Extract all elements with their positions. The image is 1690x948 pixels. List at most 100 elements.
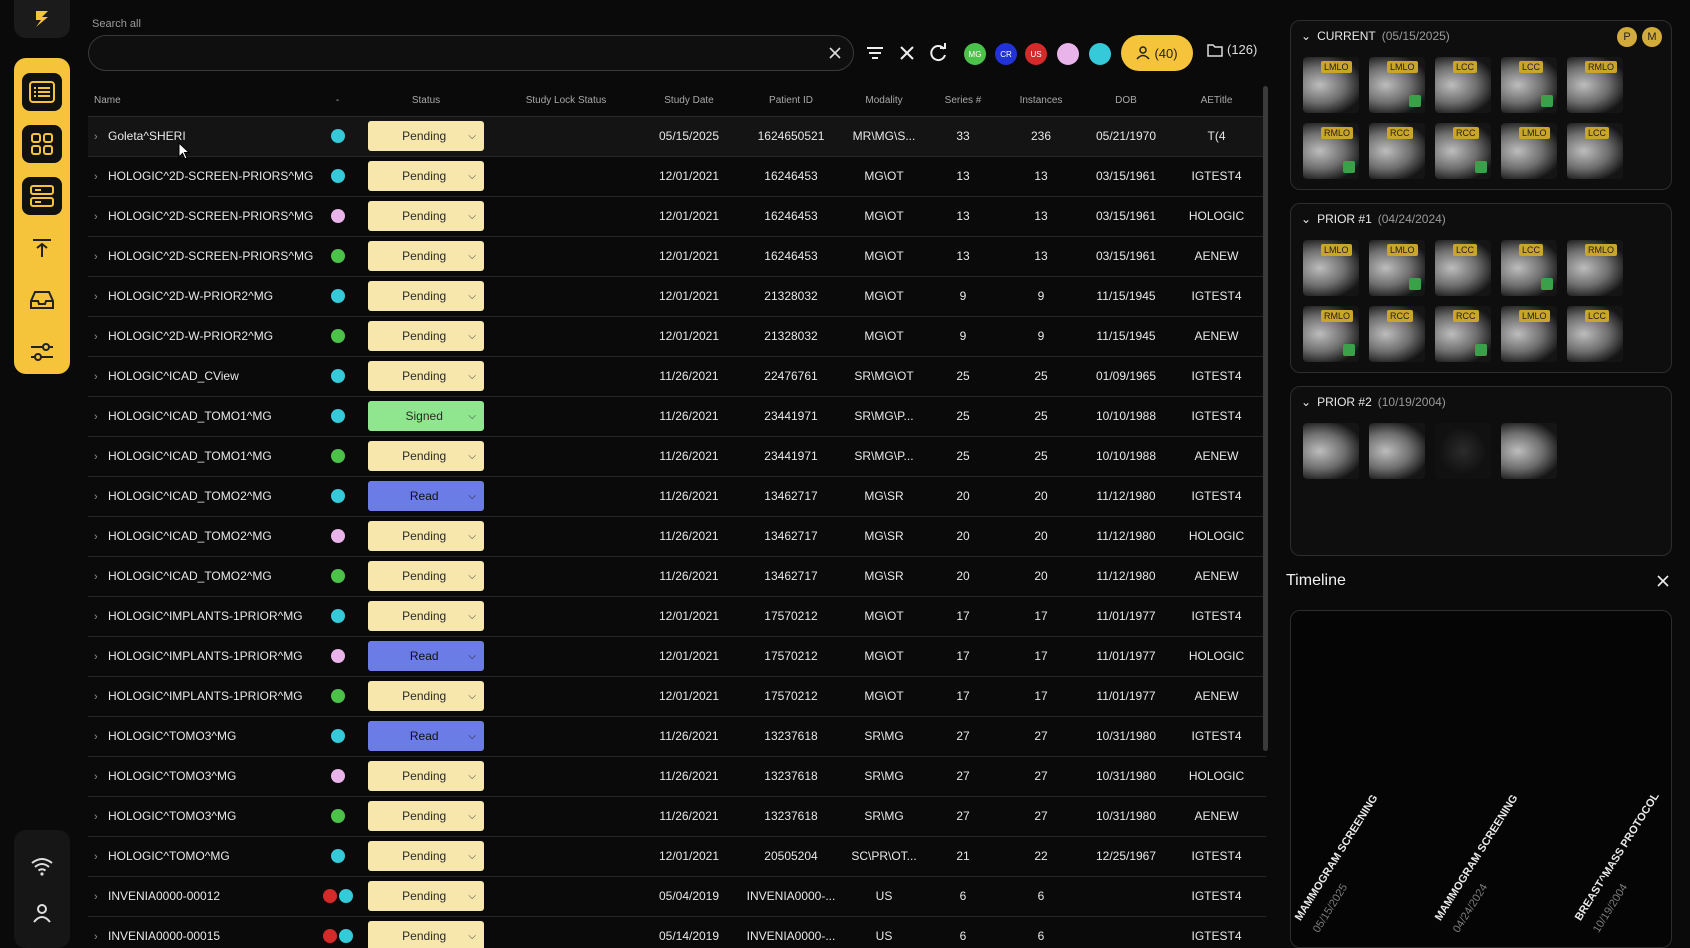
table-scrollbar[interactable] [1263,86,1268,751]
expand-chevron-icon[interactable]: › [94,611,108,623]
status-dropdown[interactable]: Pending ⌵ [368,801,484,831]
avatar[interactable]: M [1642,27,1662,47]
modality-filter-chip[interactable]: MG [964,43,986,65]
column-header[interactable]: Patient ID [743,86,839,117]
study-thumbnail[interactable] [1435,423,1491,479]
status-dropdown[interactable]: Read ⌵ [368,481,484,511]
prior2-header[interactable]: ⌄ PRIOR #2 (10/19/2004) [1301,395,1446,409]
column-header[interactable]: Modality [839,86,929,117]
clear-search-icon[interactable] [827,45,843,61]
table-row[interactable]: › HOLOGIC^ICAD_TOMO2^MG Read ⌵ 11/26/2021 134… [88,476,1266,517]
table-row[interactable]: › HOLOGIC^ICAD_TOMO1^MG Signed ⌵ 11/26/2021 2… [88,396,1266,437]
status-dropdown[interactable]: Pending ⌵ [368,121,484,151]
expand-chevron-icon[interactable]: › [94,251,108,263]
table-row[interactable]: › HOLOGIC^2D-W-PRIOR2^MG Pending ⌵ 12/01/202… [88,316,1266,357]
table-row[interactable]: › HOLOGIC^ICAD_TOMO1^MG Pending ⌵ 11/26/2021… [88,436,1266,477]
search-input[interactable] [89,36,853,70]
status-dropdown[interactable]: Pending ⌵ [368,841,484,871]
expand-chevron-icon[interactable]: › [94,571,108,583]
expand-chevron-icon[interactable]: › [94,211,108,223]
folder-button[interactable]: (126) [1207,42,1257,57]
expand-chevron-icon[interactable]: › [94,291,108,303]
status-dropdown[interactable]: Pending ⌵ [368,761,484,791]
expand-chevron-icon[interactable]: › [94,811,108,823]
close-icon[interactable] [1656,574,1670,588]
table-row[interactable]: › HOLOGIC^IMPLANTS-1PRIOR^MG Pending ⌵ 12/01… [88,676,1266,717]
study-group-current[interactable]: ⌄ CURRENT (05/15/2025) P M LMLO LMLO LCC LC… [1290,20,1672,190]
nav-settings[interactable] [14,326,70,378]
prior1-header[interactable]: ⌄ PRIOR #1 (04/24/2024) [1301,212,1446,226]
status-dropdown[interactable]: Pending ⌵ [368,441,484,471]
status-dropdown[interactable]: Read ⌵ [368,721,484,751]
expand-chevron-icon[interactable]: › [94,411,108,423]
user-icon[interactable] [32,903,52,923]
column-header[interactable]: - [320,86,355,117]
nav-grid[interactable] [14,118,70,170]
modality-filter-chip[interactable]: CR [995,43,1017,65]
wifi-icon[interactable] [30,856,54,876]
table-row[interactable]: › HOLOGIC^2D-SCREEN-PRIORS^MG Pending ⌵ 12/0… [88,196,1266,237]
status-dropdown[interactable]: Pending ⌵ [368,601,484,631]
table-row[interactable]: › HOLOGIC^TOMO3^MG Pending ⌵ 11/26/2021 13237… [88,756,1266,797]
refresh-icon[interactable] [927,42,949,64]
expand-chevron-icon[interactable]: › [94,731,108,743]
status-dropdown[interactable]: Pending ⌵ [368,161,484,191]
study-thumbnail[interactable] [1501,423,1557,479]
status-dropdown[interactable]: Pending ⌵ [368,281,484,311]
users-filter-button[interactable]: (40) [1121,35,1193,71]
nav-server[interactable] [14,170,70,222]
status-dropdown[interactable]: Pending ⌵ [368,321,484,351]
status-dropdown[interactable]: Pending ⌵ [368,521,484,551]
status-dropdown[interactable]: Pending ⌵ [368,681,484,711]
table-row[interactable]: › HOLOGIC^ICAD_TOMO2^MG Pending ⌵ 11/26/2021… [88,556,1266,597]
modality-filter-chip[interactable] [1089,43,1111,65]
table-row[interactable]: › HOLOGIC^2D-SCREEN-PRIORS^MG Pending ⌵ 12/0… [88,236,1266,277]
nav-upload[interactable] [14,222,70,274]
table-row[interactable]: › HOLOGIC^IMPLANTS-1PRIOR^MG Read ⌵ 12/01/20… [88,636,1266,677]
table-row[interactable]: › Goleta^SHERI Pending ⌵ 05/15/2025 162465052… [88,116,1266,157]
status-dropdown[interactable]: Pending ⌵ [368,561,484,591]
status-dropdown[interactable]: Pending ⌵ [368,361,484,391]
study-thumbnail[interactable] [1369,423,1425,479]
status-dropdown[interactable]: Pending ⌵ [368,921,484,948]
study-group-prior-2[interactable]: ⌄ PRIOR #2 (10/19/2004) [1290,386,1672,556]
study-thumbnail[interactable] [1303,423,1359,479]
table-row[interactable]: › INVENIA0000-00015 Pending ⌵ 05/14/2019 INVE… [88,916,1266,948]
nav-worklist[interactable] [14,66,70,118]
modality-filter-chip[interactable]: US [1025,43,1047,65]
nav-inbox[interactable] [14,274,70,326]
column-header[interactable]: Series # [929,86,997,117]
table-row[interactable]: › HOLOGIC^2D-SCREEN-PRIORS^MG Pending ⌵ 12/0… [88,156,1266,197]
expand-chevron-icon[interactable]: › [94,451,108,463]
table-row[interactable]: › HOLOGIC^ICAD_TOMO2^MG Pending ⌵ 11/26/2021… [88,516,1266,557]
column-header[interactable]: Instances [997,86,1085,117]
expand-chevron-icon[interactable]: › [94,651,108,663]
status-dropdown[interactable]: Signed ⌵ [368,401,484,431]
expand-chevron-icon[interactable]: › [94,531,108,543]
expand-chevron-icon[interactable]: › [94,131,108,143]
expand-chevron-icon[interactable]: › [94,851,108,863]
expand-chevron-icon[interactable]: › [94,891,108,903]
modality-filter-chip[interactable] [1057,43,1079,65]
column-header[interactable]: Status [355,86,497,117]
column-header[interactable]: Name [88,86,320,117]
expand-chevron-icon[interactable]: › [94,931,108,943]
clear-filters-icon[interactable] [896,42,918,64]
current-header[interactable]: ⌄ CURRENT (05/15/2025) [1301,29,1450,43]
expand-chevron-icon[interactable]: › [94,371,108,383]
table-row[interactable]: › HOLOGIC^TOMO^MG Pending ⌵ 12/01/2021 205052… [88,836,1266,877]
expand-chevron-icon[interactable]: › [94,331,108,343]
column-header[interactable]: Study Lock Status [497,86,635,117]
table-row[interactable]: › HOLOGIC^IMPLANTS-1PRIOR^MG Pending ⌵ 12/01… [88,596,1266,637]
status-dropdown[interactable]: Pending ⌵ [368,241,484,271]
expand-chevron-icon[interactable]: › [94,691,108,703]
status-dropdown[interactable]: Pending ⌵ [368,881,484,911]
avatar[interactable]: P [1617,27,1637,47]
expand-chevron-icon[interactable]: › [94,771,108,783]
status-dropdown[interactable]: Read ⌵ [368,641,484,671]
expand-chevron-icon[interactable]: › [94,171,108,183]
column-header[interactable]: AETitle [1167,86,1266,117]
column-header[interactable]: DOB [1085,86,1167,117]
table-row[interactable]: › HOLOGIC^ICAD_CView Pending ⌵ 11/26/2021 224… [88,356,1266,397]
table-row[interactable]: › HOLOGIC^TOMO3^MG Read ⌵ 11/26/2021 13237618… [88,716,1266,757]
